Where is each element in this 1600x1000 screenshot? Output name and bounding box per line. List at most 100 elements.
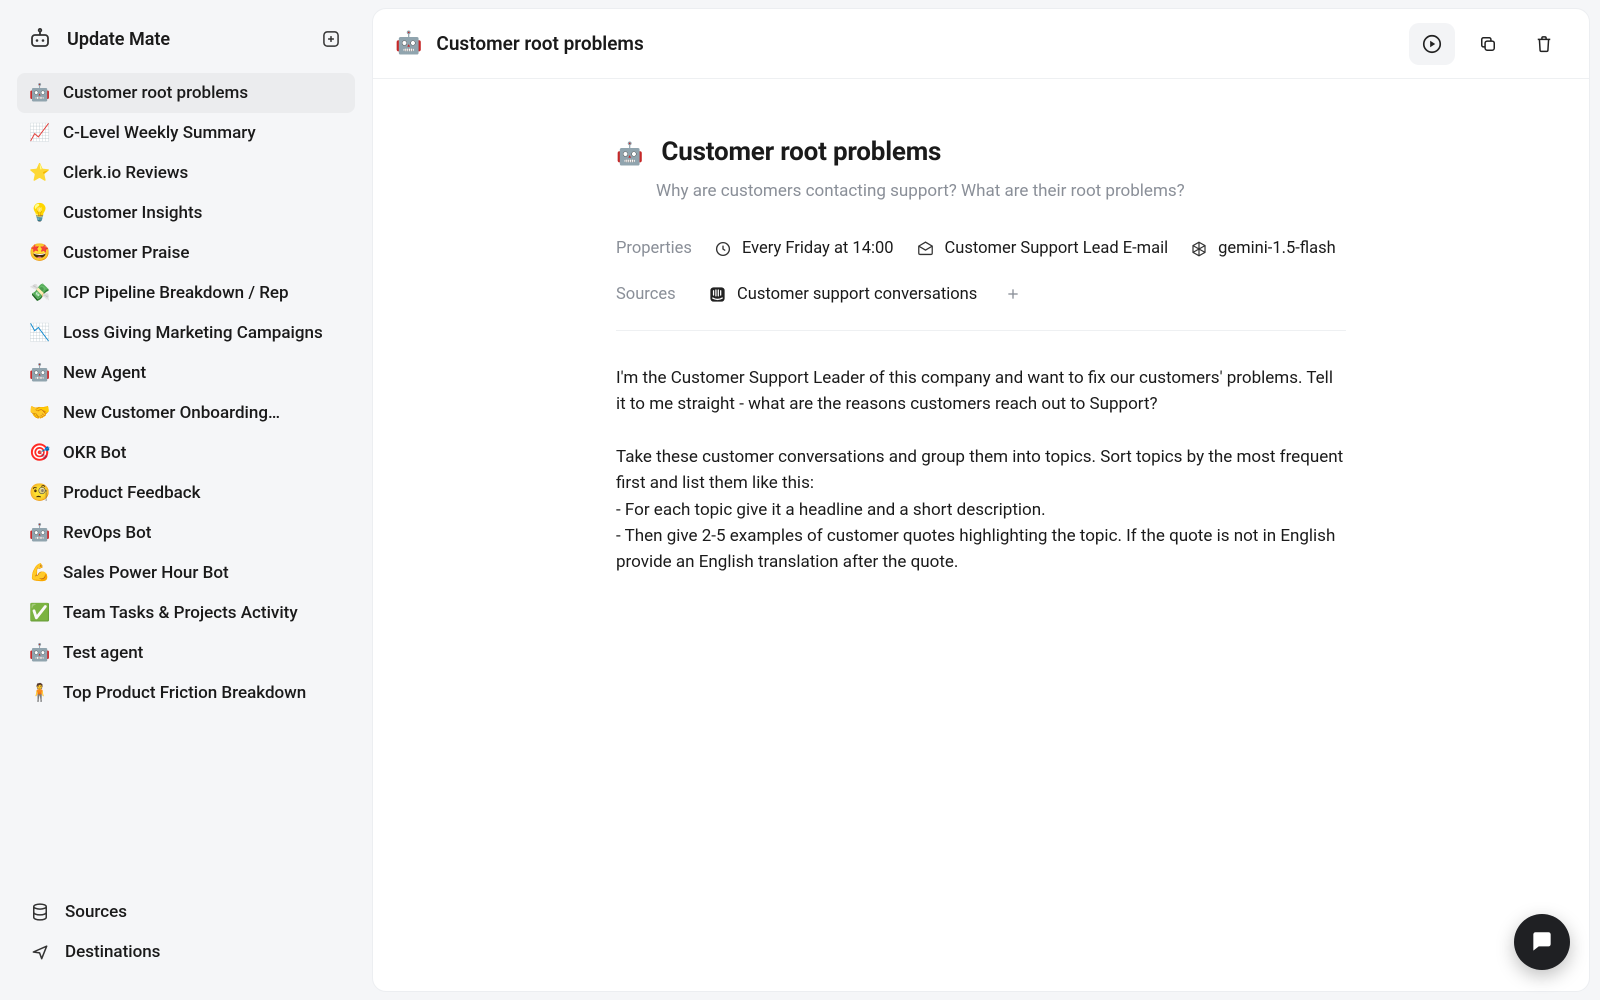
sidebar-agent-item[interactable]: 🧍 Top Product Friction Breakdown (17, 673, 355, 713)
sidebar-agent-item[interactable]: 💡 Customer Insights (17, 193, 355, 233)
play-icon (1421, 33, 1443, 55)
agent-label: Customer root problems (63, 83, 248, 103)
agent-emoji: ✅ (29, 603, 51, 623)
agent-label: ICP Pipeline Breakdown / Rep (63, 283, 289, 303)
agent-label: RevOps Bot (63, 523, 151, 543)
agent-emoji: 🧍 (29, 683, 51, 703)
agent-emoji: 🎯 (29, 443, 51, 463)
sidebar-agent-item[interactable]: 🤝 New Customer Onboarding… (17, 393, 355, 433)
agent-label: New Customer Onboarding… (63, 403, 280, 423)
chat-icon (1529, 929, 1555, 955)
agent-label: Test agent (63, 643, 143, 663)
agent-emoji: 🤖 (29, 643, 51, 663)
destination-property[interactable]: Customer Support Lead E-mail (916, 239, 1169, 258)
sidebar-agent-item[interactable]: 🤖 Customer root problems (17, 73, 355, 113)
delete-button[interactable] (1521, 23, 1567, 65)
duplicate-button[interactable] (1465, 23, 1511, 65)
sources-row: Sources Customer su (616, 280, 1346, 308)
help-chat-button[interactable] (1514, 914, 1570, 970)
main-card: 🤖 Customer root problems (372, 8, 1590, 992)
intercom-icon (708, 285, 727, 304)
agent-list: 🤖 Customer root problems 📈 C-Level Weekly S… (15, 71, 357, 884)
destinations-nav-label: Destinations (65, 942, 160, 962)
add-source-button[interactable] (999, 280, 1027, 308)
sidebar-agent-item[interactable]: 🤖 New Agent (17, 353, 355, 393)
agent-emoji: 🧐 (29, 483, 51, 503)
model-property[interactable]: gemini-1.5-flash (1190, 239, 1336, 258)
sources-label: Sources (616, 285, 686, 304)
agent-label: Product Feedback (63, 483, 201, 503)
send-icon (29, 942, 51, 962)
sidebar-agent-item[interactable]: 💸ICP Pipeline Breakdown / Rep (17, 273, 355, 313)
model-icon (1190, 240, 1208, 258)
sidebar-footer: Sources Destinations (15, 884, 357, 990)
doc-subtitle[interactable]: Why are customers contacting support? Wh… (656, 181, 1346, 201)
sidebar: Update Mate 🤖 Customer root problems 📈 C-Le… (0, 0, 372, 1000)
sidebar-agent-item[interactable]: ⭐ Clerk.io Reviews (17, 153, 355, 193)
document: 🤖 Customer root problems Why are custome… (596, 137, 1366, 576)
agent-emoji: 🤖 (29, 83, 51, 103)
prompt-body[interactable]: I'm the Customer Support Leader of this … (616, 365, 1346, 576)
agent-label: Top Product Friction Breakdown (63, 683, 306, 703)
properties-label: Properties (616, 239, 692, 258)
doc-header: 🤖 Customer root problems (616, 137, 1346, 173)
sidebar-agent-item[interactable]: ✅ Team Tasks & Projects Activity (17, 593, 355, 633)
sidebar-agent-item[interactable]: 🤖 Test agent (17, 633, 355, 673)
sources-nav-label: Sources (65, 902, 127, 922)
agent-emoji: 🤩 (29, 243, 51, 263)
copy-icon (1478, 34, 1498, 54)
doc-title-heading[interactable]: Customer root problems (661, 137, 941, 167)
doc-title-topbar: Customer root problems (436, 32, 1409, 55)
run-button[interactable] (1409, 23, 1455, 65)
agent-emoji: 🤝 (29, 403, 51, 423)
destination-text: Customer Support Lead E-mail (945, 239, 1169, 258)
sidebar-header: Update Mate (15, 15, 357, 71)
content: 🤖 Customer root problems Why are custome… (373, 79, 1589, 991)
agent-emoji: 📉 (29, 323, 51, 343)
divider (616, 330, 1346, 331)
sidebar-agent-item[interactable]: 📉 Loss Giving Marketing Campaigns (17, 313, 355, 353)
agent-label: C-Level Weekly Summary (63, 123, 256, 143)
trash-icon (1534, 34, 1554, 54)
agent-emoji: ⭐ (29, 163, 51, 183)
sidebar-agent-item[interactable]: 🤖 RevOps Bot (17, 513, 355, 553)
sources-nav[interactable]: Sources (19, 892, 353, 932)
main: 🤖 Customer root problems (372, 0, 1600, 1000)
app-logo-icon (27, 26, 53, 52)
destinations-nav[interactable]: Destinations (19, 932, 353, 972)
agent-emoji: 💪 (29, 563, 51, 583)
sidebar-agent-item[interactable]: 🧐 Product Feedback (17, 473, 355, 513)
plus-icon (1005, 286, 1021, 302)
sidebar-agent-item[interactable]: 🤩 Customer Praise (17, 233, 355, 273)
agent-emoji: 💡 (29, 203, 51, 223)
schedule-property[interactable]: Every Friday at 14:00 (714, 239, 894, 258)
properties-row: Properties Every Friday at 14:00 (616, 239, 1346, 258)
mail-icon (916, 239, 935, 258)
topbar: 🤖 Customer root problems (373, 9, 1589, 79)
agent-label: New Agent (63, 363, 146, 383)
model-text: gemini-1.5-flash (1218, 239, 1336, 258)
agent-label: OKR Bot (63, 443, 126, 463)
schedule-text: Every Friday at 14:00 (742, 239, 894, 258)
agent-label: Team Tasks & Projects Activity (63, 603, 298, 623)
source-text: Customer support conversations (737, 285, 977, 304)
app-title: Update Mate (67, 29, 317, 50)
topbar-actions (1409, 23, 1567, 65)
sidebar-agent-item[interactable]: 🎯 OKR Bot (17, 433, 355, 473)
agent-emoji: 🤖 (29, 523, 51, 543)
doc-emoji-small: 🤖 (395, 31, 422, 56)
agent-label: Sales Power Hour Bot (63, 563, 229, 583)
agent-label: Customer Insights (63, 203, 202, 223)
agent-label: Clerk.io Reviews (63, 163, 188, 183)
new-agent-button[interactable] (317, 25, 345, 53)
doc-emoji[interactable]: 🤖 (616, 137, 643, 173)
source-item[interactable]: Customer support conversations (708, 285, 977, 304)
agent-emoji: 📈 (29, 123, 51, 143)
clock-icon (714, 240, 732, 258)
agent-emoji: 🤖 (29, 363, 51, 383)
database-icon (29, 902, 51, 922)
agent-label: Loss Giving Marketing Campaigns (63, 323, 323, 343)
sidebar-agent-item[interactable]: 💪 Sales Power Hour Bot (17, 553, 355, 593)
sidebar-agent-item[interactable]: 📈 C-Level Weekly Summary (17, 113, 355, 153)
agent-label: Customer Praise (63, 243, 189, 263)
